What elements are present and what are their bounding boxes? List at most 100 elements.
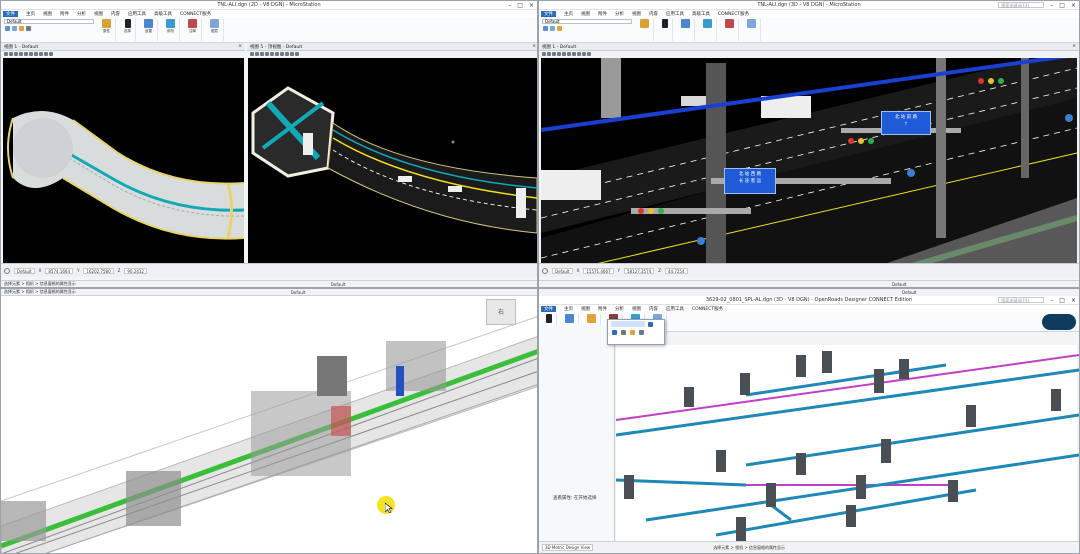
ribbon-group[interactable]: 修改 — [162, 19, 180, 41]
menu-item[interactable]: 主页 — [26, 11, 35, 17]
pipe-network-canvas[interactable] — [616, 345, 1079, 541]
ribbon-group[interactable] — [658, 19, 673, 41]
window-controls[interactable]: – □ × — [1050, 297, 1076, 304]
view-toolbar[interactable] — [247, 51, 537, 57]
tentative-icon[interactable] — [542, 267, 548, 274]
select-arrow-icon[interactable] — [662, 19, 668, 28]
menu-item[interactable]: CONNECT服务 — [692, 306, 723, 312]
menu-item[interactable]: 视图 — [581, 306, 590, 312]
minimize-icon[interactable]: – — [1050, 297, 1053, 304]
model-combo[interactable]: Default — [4, 19, 94, 24]
view-5-canvas[interactable] — [248, 58, 537, 272]
status-model[interactable]: 3D Metric Design View — [542, 544, 594, 551]
ribbon-group[interactable]: 注释 — [184, 19, 202, 41]
close-icon[interactable]: × — [238, 44, 242, 49]
z-coordinate[interactable]: 90.2432 — [124, 267, 147, 274]
ribbon-group[interactable] — [677, 19, 695, 41]
modify-icon[interactable] — [166, 19, 175, 28]
layers-icon[interactable] — [747, 19, 756, 28]
select-arrow-icon[interactable] — [546, 314, 552, 323]
maximize-icon[interactable]: □ — [1059, 2, 1065, 9]
place-icon[interactable] — [681, 19, 690, 28]
status-model[interactable]: Default — [552, 267, 573, 274]
menu-item[interactable]: 附件 — [598, 11, 607, 17]
minimize-icon[interactable]: – — [508, 2, 511, 9]
properties-panel[interactable]: 查看属性: 在开始选择 — [539, 325, 615, 541]
menu-item[interactable]: 应用工具 — [128, 11, 146, 17]
place-icon[interactable] — [144, 19, 153, 28]
view-1-canvas[interactable] — [3, 58, 244, 272]
annotate-icon[interactable] — [188, 19, 197, 28]
y-coordinate[interactable]: 58127.3574 — [624, 267, 655, 274]
ribbon-group[interactable]: 放置 — [140, 19, 158, 41]
menu-item[interactable]: 主页 — [564, 11, 573, 17]
menu-item[interactable]: 应用工具 — [666, 11, 684, 17]
menu-item[interactable]: 主页 — [564, 306, 573, 312]
place-icon[interactable] — [565, 314, 574, 323]
menu-item[interactable]: 文件 — [3, 10, 18, 17]
menu-item[interactable]: 视图 — [581, 11, 590, 17]
x-coordinate[interactable]: 8574.1664 — [45, 267, 74, 274]
close-icon[interactable]: × — [532, 44, 536, 49]
ribbon-group[interactable] — [699, 19, 717, 41]
ribbon-group[interactable]: 图层 — [206, 19, 224, 41]
model-combo[interactable]: Default — [542, 19, 632, 24]
menu-item[interactable]: 附件 — [60, 11, 69, 17]
popup-selection[interactable] — [611, 321, 645, 327]
menu-item[interactable]: 内容 — [649, 306, 658, 312]
rail-3d-view[interactable]: 选择元素 > 相机 > 信息窗格的属性显示 Default 右 — [0, 288, 538, 554]
ribbon-group[interactable] — [721, 19, 739, 41]
menu-item[interactable]: 视图 — [94, 11, 103, 17]
modify-icon[interactable] — [703, 19, 712, 28]
view-toolbar[interactable] — [1, 51, 245, 57]
menu-item[interactable]: 附件 — [598, 306, 607, 312]
ribbon-group[interactable] — [743, 19, 761, 41]
tool-popup[interactable] — [607, 319, 665, 345]
menu-item[interactable]: 视图 — [43, 11, 52, 17]
maximize-icon[interactable]: □ — [517, 2, 523, 9]
view-1-canvas[interactable]: 北 站 西 路 长 途 客 运 北 站 前 路 ↑ — [541, 58, 1077, 272]
y-coordinate[interactable]: 16202.7580 — [83, 267, 114, 274]
window-controls[interactable]: – □ × — [1050, 2, 1076, 9]
ribbon-group[interactable] — [636, 19, 654, 41]
select-arrow-icon[interactable] — [124, 19, 131, 28]
menu-item[interactable]: 分析 — [77, 11, 86, 17]
menu-item[interactable]: 内容 — [649, 11, 658, 17]
menu-item[interactable]: 视图 — [632, 11, 641, 17]
ribbon-group[interactable]: 选择 — [120, 19, 136, 41]
menu-item[interactable]: 文件 — [541, 305, 556, 312]
road-plan-drawing — [7, 110, 244, 240]
x-coordinate[interactable]: 15571.4667 — [583, 267, 614, 274]
view-toolbar[interactable] — [539, 51, 1079, 57]
menu-item[interactable]: 分析 — [615, 11, 624, 17]
close-icon[interactable]: × — [1071, 297, 1076, 304]
annotate-icon[interactable] — [725, 19, 734, 28]
close-icon[interactable]: × — [1072, 44, 1076, 49]
menu-item[interactable]: 内容 — [111, 11, 120, 17]
modify-icon[interactable] — [587, 314, 596, 323]
tentative-icon[interactable] — [4, 267, 10, 274]
menu-item[interactable]: 视图 — [632, 306, 641, 312]
menu-item[interactable]: 高级工具 — [692, 11, 710, 17]
menu-item[interactable]: CONNECT服务 — [180, 11, 211, 17]
minimize-icon[interactable]: – — [1050, 2, 1053, 9]
z-coordinate[interactable]: 44.7254 — [664, 267, 688, 274]
menu-item[interactable]: 分析 — [615, 306, 624, 312]
view-1: 视图 1 - Default × — [1, 43, 245, 57]
attributes-icon[interactable] — [102, 19, 111, 28]
ribbon-group[interactable]: 属性 — [98, 19, 116, 41]
attributes-icon[interactable] — [640, 19, 649, 28]
search-input[interactable]: 搜索关键词(F4) — [998, 297, 1045, 303]
search-input[interactable]: 搜索关键词(F4) — [998, 2, 1045, 8]
window-controls[interactable]: – □ × — [508, 2, 534, 9]
menu-item[interactable]: 高级工具 — [154, 11, 172, 17]
close-icon[interactable]: × — [529, 2, 534, 9]
close-icon[interactable]: × — [1071, 2, 1076, 9]
status-model[interactable]: Default — [14, 267, 35, 274]
menu-item[interactable]: 文件 — [541, 10, 556, 17]
view-cube[interactable]: 右 — [486, 299, 516, 325]
menu-item[interactable]: 应用工具 — [666, 306, 684, 312]
maximize-icon[interactable]: □ — [1059, 297, 1065, 304]
menu-item[interactable]: CONNECT服务 — [718, 11, 749, 17]
layers-icon[interactable] — [210, 19, 219, 28]
